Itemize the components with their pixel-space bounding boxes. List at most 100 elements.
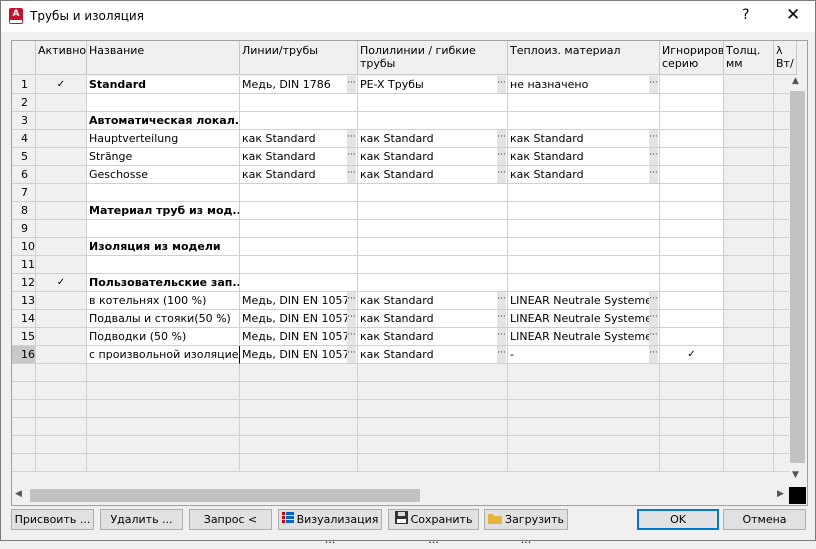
header-lines[interactable]: Линии/трубы: [240, 41, 358, 75]
name-cell[interactable]: Hauptverteilung: [87, 130, 240, 148]
name-cell[interactable]: [87, 454, 240, 472]
table-row[interactable]: 7: [12, 184, 797, 202]
browse-ellipsis-icon[interactable]: ···: [347, 76, 356, 93]
browse-ellipsis-icon[interactable]: ···: [649, 346, 658, 363]
close-button[interactable]: ✕: [786, 5, 800, 25]
active-checkbox[interactable]: [36, 202, 87, 220]
ignore-checkbox[interactable]: [660, 454, 724, 472]
table-row[interactable]: 15 Подводки (50 %) Медь, DIN EN 1057 ··· как…: [12, 328, 797, 346]
name-cell[interactable]: Пользовательские зап...: [87, 274, 240, 292]
thickness-cell[interactable]: [724, 418, 774, 436]
table-row[interactable]: 14 Подвалы и стояки(50 %) Медь, DIN EN 105…: [12, 310, 797, 328]
active-checkbox[interactable]: [36, 454, 87, 472]
ignore-checkbox[interactable]: [660, 202, 724, 220]
active-checkbox[interactable]: [36, 130, 87, 148]
lines-cell[interactable]: как Standard ···: [240, 148, 358, 166]
thickness-cell[interactable]: [724, 400, 774, 418]
active-checkbox[interactable]: [36, 148, 87, 166]
table-row[interactable]: [12, 364, 797, 382]
help-button[interactable]: ?: [742, 7, 749, 23]
query-button[interactable]: Запрос <: [189, 509, 272, 530]
polylines-cell[interactable]: [358, 94, 508, 112]
polylines-cell[interactable]: [358, 400, 508, 418]
header-active[interactable]: Активно: [36, 41, 87, 75]
table-row[interactable]: 16 с произвольной изоляцией Медь, DIN EN 1…: [12, 346, 797, 364]
polylines-cell[interactable]: [358, 382, 508, 400]
browse-ellipsis-icon[interactable]: ···: [497, 148, 506, 165]
polylines-cell[interactable]: [358, 238, 508, 256]
thickness-cell[interactable]: [724, 382, 774, 400]
table-row[interactable]: 12 ✓ Пользовательские зап...: [12, 274, 797, 292]
ignore-checkbox[interactable]: [660, 166, 724, 184]
browse-ellipsis-icon[interactable]: ···: [649, 148, 658, 165]
thickness-cell[interactable]: [724, 256, 774, 274]
browse-ellipsis-icon[interactable]: ···: [649, 130, 658, 147]
browse-ellipsis-icon[interactable]: ···: [649, 328, 658, 345]
polylines-cell[interactable]: [358, 202, 508, 220]
browse-ellipsis-icon[interactable]: ···: [347, 292, 356, 309]
thickness-cell[interactable]: [724, 328, 774, 346]
table-row[interactable]: [12, 382, 797, 400]
lines-cell[interactable]: Медь, DIN EN 1057 ···: [240, 328, 358, 346]
active-checkbox[interactable]: [36, 364, 87, 382]
table-row[interactable]: 4 Hauptverteilung как Standard ··· как Stand…: [12, 130, 797, 148]
lines-cell[interactable]: как Standard ···: [240, 166, 358, 184]
table-row[interactable]: 10 Изоляция из модели: [12, 238, 797, 256]
polylines-cell[interactable]: как Standard ···: [358, 346, 508, 364]
active-checkbox[interactable]: [36, 310, 87, 328]
lines-cell[interactable]: Медь, DIN 1786 ···: [240, 76, 358, 94]
ignore-checkbox[interactable]: [660, 76, 724, 94]
cancel-button[interactable]: Отмена: [723, 509, 806, 530]
polylines-cell[interactable]: [358, 418, 508, 436]
table-row[interactable]: 3 Автоматическая локал...: [12, 112, 797, 130]
ignore-checkbox[interactable]: [660, 274, 724, 292]
name-cell[interactable]: [87, 364, 240, 382]
scroll-right-icon[interactable]: ▶: [777, 489, 784, 499]
active-checkbox[interactable]: [36, 292, 87, 310]
active-checkbox[interactable]: [36, 94, 87, 112]
ignore-checkbox[interactable]: [660, 238, 724, 256]
name-cell[interactable]: Подвалы и стояки(50 %): [87, 310, 240, 328]
active-checkbox[interactable]: [36, 184, 87, 202]
browse-ellipsis-icon[interactable]: ···: [347, 148, 356, 165]
active-checkbox[interactable]: [36, 256, 87, 274]
thickness-cell[interactable]: [724, 346, 774, 364]
insulation-cell[interactable]: LINEAR Neutrale Systeme: ... ···: [508, 328, 660, 346]
polylines-cell[interactable]: [358, 220, 508, 238]
thickness-cell[interactable]: [724, 274, 774, 292]
name-cell[interactable]: [87, 382, 240, 400]
lines-cell[interactable]: как Standard ···: [240, 130, 358, 148]
name-cell[interactable]: [87, 220, 240, 238]
lines-cell[interactable]: [240, 202, 358, 220]
browse-ellipsis-icon[interactable]: ···: [497, 130, 506, 147]
ignore-checkbox[interactable]: [660, 328, 724, 346]
active-checkbox[interactable]: ✓: [36, 274, 87, 292]
thickness-cell[interactable]: [724, 364, 774, 382]
browse-ellipsis-icon[interactable]: ···: [347, 310, 356, 327]
scroll-down-icon[interactable]: ▼: [792, 470, 799, 480]
active-checkbox[interactable]: [36, 382, 87, 400]
lines-cell[interactable]: [240, 184, 358, 202]
insulation-cell[interactable]: как Standard ···: [508, 130, 660, 148]
polylines-cell[interactable]: как Standard ···: [358, 148, 508, 166]
polylines-cell[interactable]: [358, 274, 508, 292]
header-name[interactable]: Название: [87, 41, 240, 75]
ignore-checkbox[interactable]: [660, 256, 724, 274]
ignore-checkbox[interactable]: [660, 382, 724, 400]
header-polylines[interactable]: Полилинии / гибкие трубы: [358, 41, 508, 75]
scroll-left-icon[interactable]: ◀: [15, 489, 22, 499]
active-checkbox[interactable]: [36, 436, 87, 454]
table-row[interactable]: 2: [12, 94, 797, 112]
insulation-cell[interactable]: [508, 418, 660, 436]
polylines-cell[interactable]: [358, 256, 508, 274]
name-cell[interactable]: с произвольной изоляцией: [87, 346, 240, 364]
thickness-cell[interactable]: [724, 148, 774, 166]
lines-cell[interactable]: [240, 256, 358, 274]
active-checkbox[interactable]: [36, 346, 87, 364]
browse-ellipsis-icon[interactable]: ···: [649, 292, 658, 309]
lines-cell[interactable]: [240, 238, 358, 256]
lines-cell[interactable]: [240, 382, 358, 400]
polylines-cell[interactable]: [358, 454, 508, 472]
polylines-cell[interactable]: как Standard ···: [358, 310, 508, 328]
thickness-cell[interactable]: [724, 238, 774, 256]
